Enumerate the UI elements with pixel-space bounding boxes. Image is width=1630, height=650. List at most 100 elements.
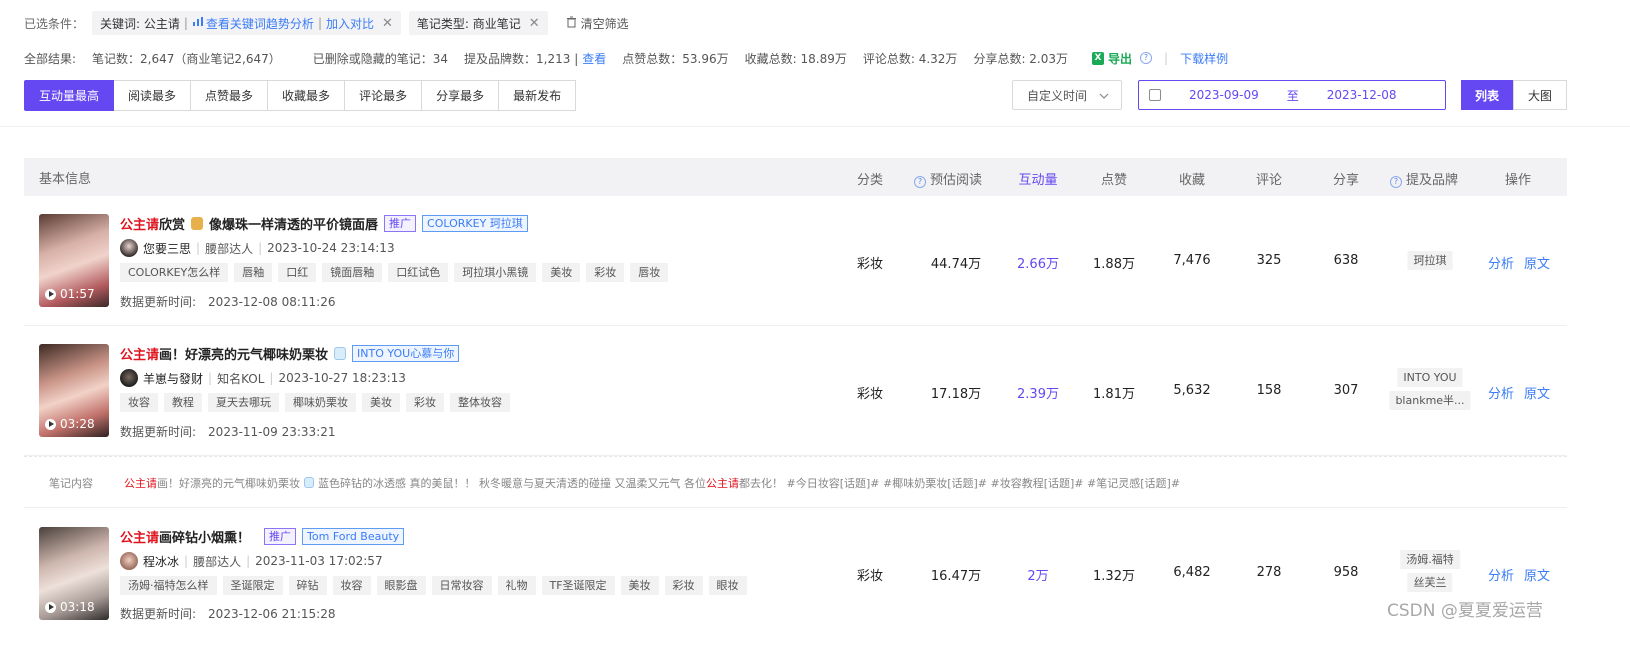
table-row[interactable]: 03:18 公主请画碎钻小烟熏！ 推广 Tom Ford Beauty 程冰冰 … [24, 508, 1567, 650]
time-range-select[interactable]: 自定义时间 [1012, 80, 1122, 110]
column-comments[interactable]: 评论 [1256, 169, 1282, 188]
export-button[interactable]: 导出 [1108, 50, 1132, 67]
comment-total: 评论总数: 4.32万 [862, 51, 958, 66]
brand-tag[interactable]: INTO YOU心慕与你 [352, 345, 460, 362]
analyze-link[interactable]: 分析 [1488, 565, 1514, 584]
brand-chip[interactable]: 珂拉琪 [1407, 251, 1453, 270]
column-basic-info: 基本信息 [39, 171, 92, 187]
title-text-tail: 像爆珠一样清透的平价镜面唇 [209, 218, 379, 233]
cell-category: 彩妆 [856, 257, 884, 272]
sort-tab-collects[interactable]: 收藏最多 [268, 80, 346, 111]
close-icon[interactable]: ✕ [529, 16, 540, 31]
note-thumbnail[interactable]: 03:18 [39, 527, 109, 620]
sort-tab-likes[interactable]: 点赞最多 [191, 80, 269, 111]
column-est-reads[interactable]: ? 预估阅读 [913, 169, 982, 188]
brand-view-link[interactable]: 查看 [582, 50, 606, 67]
cell-collects: 7,476 [1173, 253, 1211, 268]
date-end[interactable]: 2023-12-08 [1327, 88, 1397, 102]
note-tag: 妆容 [332, 576, 371, 595]
separator: | [269, 371, 274, 385]
table-header: 基本信息 分类 ? 预估阅读 互动量 点赞 收藏 评论 分享 ? 提及品牌 操作 [24, 158, 1567, 196]
download-sample-link[interactable]: 下载样例 [1180, 50, 1228, 67]
date-start[interactable]: 2023-09-09 [1189, 88, 1259, 102]
promo-tag: 推广 [384, 215, 417, 232]
column-likes[interactable]: 点赞 [1101, 169, 1127, 188]
content-keyword: 公主请 [705, 477, 739, 490]
keyword-trend-link[interactable]: 查看关键词趋势分析 [206, 15, 314, 32]
update-time: 数据更新时间: 2023-11-09 23:33:21 [120, 423, 336, 440]
keyword-separator: | [183, 16, 188, 30]
note-type-filter-chip[interactable]: 笔记类型: 商业笔记 ✕ [408, 11, 548, 35]
note-thumbnail[interactable]: 03:28 [39, 344, 109, 437]
note-tag: 碎钻 [288, 576, 327, 595]
note-tag: 夏天去哪玩 [208, 393, 279, 412]
filter-label: 已选条件： [24, 16, 85, 31]
column-interaction[interactable]: 互动量 [1018, 169, 1057, 188]
update-time: 数据更新时间: 2023-12-08 08:11:26 [120, 293, 336, 310]
keyword-filter-chip[interactable]: 关键词: 公主请 | 查看关键词趋势分析 | 加入对比 ✕ [92, 11, 401, 35]
brand-chip[interactable]: 汤姆.福特 [1400, 550, 1460, 569]
cell-shares: 958 [1333, 565, 1359, 580]
author-name[interactable]: 羊崽与發财 [143, 370, 203, 387]
cell-interaction: 2万 [1027, 569, 1049, 584]
brand-tag[interactable]: COLORKEY 珂拉琪 [422, 215, 528, 232]
clear-filters-button[interactable]: 清空筛选 [566, 15, 629, 32]
date-range-picker[interactable]: 2023-09-09 至 2023-12-08 [1138, 80, 1446, 110]
column-shares[interactable]: 分享 [1333, 169, 1359, 188]
sort-tab-interaction[interactable]: 互动量最高 [24, 80, 115, 111]
author-name[interactable]: 您要三思 [143, 240, 191, 257]
analyze-link[interactable]: 分析 [1488, 383, 1514, 402]
column-collects[interactable]: 收藏 [1179, 169, 1205, 188]
source-link[interactable]: 原文 [1524, 383, 1550, 402]
note-title[interactable]: 公主请欣赏 像爆珠一样清透的平价镜面唇 推广 COLORKEY 珂拉琪 [120, 214, 528, 233]
note-tag: 教程 [164, 393, 202, 412]
source-link[interactable]: 原文 [1524, 565, 1550, 584]
author-name[interactable]: 程冰冰 [143, 553, 179, 570]
note-tag: 彩妆 [664, 576, 703, 595]
cell-collects: 5,632 [1173, 383, 1211, 398]
avatar[interactable] [120, 552, 138, 570]
table-row[interactable]: 03:28 公主请画！好漂亮的元气椰味奶栗妆 INTO YOU心慕与你 羊崽与發… [24, 326, 1567, 456]
sort-tab-comments[interactable]: 评论最多 [345, 80, 423, 111]
play-icon [45, 418, 56, 430]
update-value: 2023-11-09 23:33:21 [208, 425, 336, 439]
help-icon[interactable]: ? [913, 176, 926, 188]
publish-time: 2023-10-24 23:14:13 [267, 241, 395, 255]
avatar[interactable] [120, 369, 138, 387]
analyze-link[interactable]: 分析 [1488, 253, 1514, 272]
avatar[interactable] [120, 239, 138, 257]
note-title[interactable]: 公主请画碎钻小烟熏！ 推广 Tom Ford Beauty [120, 527, 405, 546]
help-icon[interactable]: ? [1140, 52, 1153, 64]
publish-time: 2023-11-03 17:02:57 [255, 554, 383, 568]
brand-chip[interactable]: INTO YOU [1397, 368, 1463, 387]
brand-tag[interactable]: Tom Ford Beauty [302, 528, 405, 545]
update-time: 数据更新时间: 2023-12-06 21:15:28 [120, 605, 336, 622]
cell-ops: 分析 原文 [1488, 565, 1550, 584]
note-tags: 妆容 教程 夏天去哪玩 椰味奶栗妆 美妆 彩妆 整体妆容 [120, 393, 510, 412]
note-content-text: 公主请画！好漂亮的元气椰味奶栗妆 蓝色碎钻的冰透感 真的美鼠！！ 秋冬暖意与夏天清… [124, 475, 1180, 491]
note-title[interactable]: 公主请画！好漂亮的元气椰味奶栗妆 INTO YOU心慕与你 [120, 344, 460, 363]
update-value: 2023-12-06 21:15:28 [208, 607, 336, 621]
sort-tab-shares[interactable]: 分享最多 [422, 80, 500, 111]
brand-chip[interactable]: 丝芙兰 [1407, 573, 1453, 592]
video-duration: 03:18 [45, 600, 95, 614]
source-link[interactable]: 原文 [1524, 253, 1550, 272]
grid-view-button[interactable]: 大图 [1513, 80, 1567, 110]
note-thumbnail[interactable]: 01:57 [39, 214, 109, 307]
close-icon[interactable]: ✕ [382, 16, 393, 31]
brand-chip[interactable]: blankme半... [1389, 391, 1471, 410]
add-compare-link[interactable]: 加入对比 [326, 15, 374, 32]
promo-tag: 推广 [264, 528, 297, 545]
update-value: 2023-12-08 08:11:26 [208, 295, 336, 309]
sort-tab-latest[interactable]: 最新发布 [499, 80, 577, 111]
note-tag: 唇妆 [630, 263, 669, 282]
list-view-button[interactable]: 列表 [1461, 80, 1513, 110]
update-label: 数据更新时间: [120, 295, 197, 309]
duration-text: 01:57 [60, 287, 95, 301]
note-tag: 妆容 [120, 393, 158, 412]
keyword-filter-text: 关键词: 公主请 [100, 16, 180, 31]
help-icon[interactable]: ? [1389, 176, 1402, 188]
sort-tab-reads[interactable]: 阅读最多 [114, 80, 192, 111]
table-row[interactable]: 01:57 公主请欣赏 像爆珠一样清透的平价镜面唇 推广 COLORKEY 珂拉… [24, 196, 1567, 326]
collect-total: 收藏总数: 18.89万 [744, 51, 847, 66]
